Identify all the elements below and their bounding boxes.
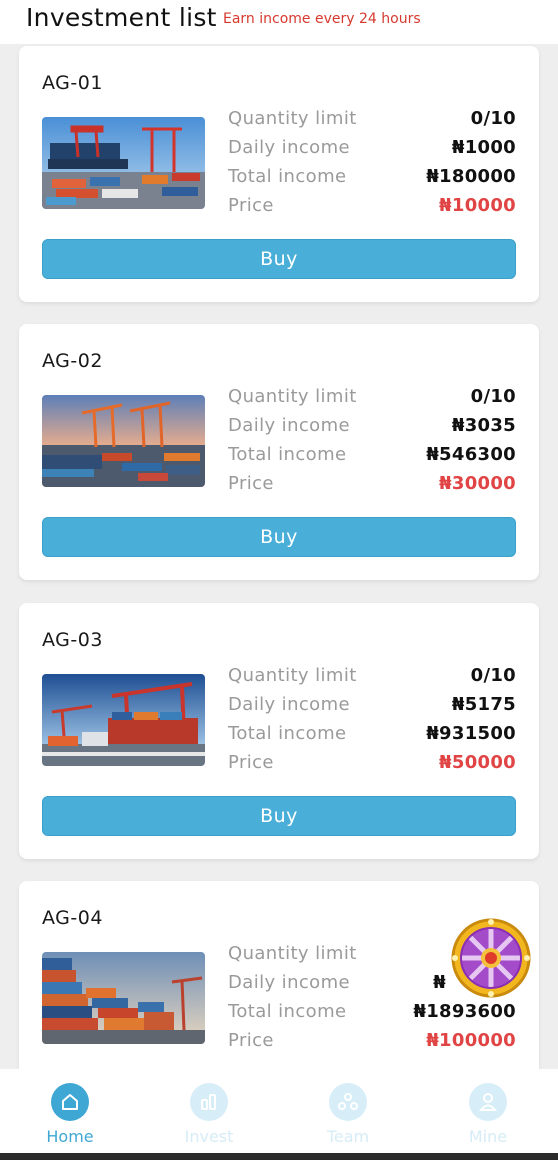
quantity-limit-row: Quantity limit 0/10 (228, 386, 516, 410)
daily-income-value: ₦3035 (451, 415, 516, 436)
daily-income-row: Daily income ₦5175 (228, 694, 516, 718)
product-name: AG-04 (42, 907, 103, 929)
price-row: Price ₦50000 (228, 752, 516, 776)
daily-income-label: Daily income (228, 415, 350, 436)
page-subtitle: Earn income every 24 hours (223, 11, 421, 27)
quantity-limit-row: Quantity limit 0/10 (228, 665, 516, 689)
page-title: Investment list (26, 3, 217, 32)
buy-button[interactable]: Buy (42, 517, 516, 557)
total-income-value: ₦180000 (426, 166, 516, 187)
price-label: Price (228, 752, 274, 773)
daily-income-value: ₦1000 (451, 137, 516, 158)
total-income-label: Total income (228, 1001, 347, 1022)
tab-label: Home (46, 1127, 94, 1146)
price-value: ₦50000 (439, 752, 516, 773)
price-value: ₦100000 (426, 1030, 516, 1051)
daily-income-label: Daily income (228, 694, 350, 715)
quantity-limit-label: Quantity limit (228, 943, 357, 964)
tab-label: Team (326, 1127, 370, 1146)
bottom-tab-bar: Home Invest Team Mine (0, 1069, 558, 1153)
price-label: Price (228, 195, 274, 216)
price-row: Price ₦30000 (228, 473, 516, 497)
quantity-limit-value: 0/10 (470, 665, 516, 686)
product-image (42, 952, 205, 1044)
header: Investment list Earn income every 24 hou… (0, 0, 558, 44)
tab-mine[interactable]: Mine (438, 1083, 538, 1146)
quantity-limit-label: Quantity limit (228, 665, 357, 686)
price-value: ₦10000 (439, 195, 516, 216)
tab-invest[interactable]: Invest (159, 1083, 259, 1146)
total-income-row: Total income ₦931500 (228, 723, 516, 747)
quantity-limit-row: Quantity limit 0/10 (228, 108, 516, 132)
tab-home[interactable]: Home (20, 1083, 120, 1146)
tab-label: Invest (184, 1127, 234, 1146)
daily-income-value: ₦ (433, 972, 446, 993)
team-icon (329, 1083, 367, 1121)
buy-button[interactable]: Buy (42, 796, 516, 836)
price-value: ₦30000 (439, 473, 516, 494)
product-card: AG-02 Quantity limit 0/10 Daily income ₦… (19, 324, 539, 580)
product-name: AG-02 (42, 350, 103, 372)
total-income-row: Total income ₦1893600 (228, 1001, 516, 1025)
product-image (42, 674, 205, 766)
buy-button[interactable]: Buy (42, 239, 516, 279)
total-income-label: Total income (228, 166, 347, 187)
price-label: Price (228, 473, 274, 494)
product-card: AG-03 Quantity limit 0/10 Daily income ₦… (19, 603, 539, 859)
total-income-value: ₦1893600 (413, 1001, 516, 1022)
total-income-label: Total income (228, 444, 347, 465)
tab-team[interactable]: Team (298, 1083, 398, 1146)
total-income-row: Total income ₦180000 (228, 166, 516, 190)
system-bar (0, 1153, 558, 1160)
invest-icon (190, 1083, 228, 1121)
home-icon (51, 1083, 89, 1121)
daily-income-row: Daily income ₦1000 (228, 137, 516, 161)
product-image (42, 395, 205, 487)
mine-icon (469, 1083, 507, 1121)
product-name: AG-01 (42, 72, 103, 94)
total-income-value: ₦931500 (426, 723, 516, 744)
tab-label: Mine (468, 1127, 508, 1146)
product-card: AG-01 Quantity limit 0/10 Daily income ₦… (19, 46, 539, 302)
total-income-label: Total income (228, 723, 347, 744)
product-name: AG-03 (42, 629, 103, 651)
total-income-row: Total income ₦546300 (228, 444, 516, 468)
quantity-limit-value: 0/10 (470, 386, 516, 407)
quantity-limit-value: 0/10 (470, 108, 516, 129)
price-row: Price ₦10000 (228, 195, 516, 219)
total-income-value: ₦546300 (426, 444, 516, 465)
daily-income-value: ₦5175 (451, 694, 516, 715)
price-label: Price (228, 1030, 274, 1051)
price-row: Price ₦100000 (228, 1030, 516, 1054)
quantity-limit-label: Quantity limit (228, 108, 357, 129)
daily-income-label: Daily income (228, 972, 350, 993)
lucky-wheel-icon[interactable] (448, 915, 534, 1001)
product-image (42, 117, 205, 209)
daily-income-label: Daily income (228, 137, 350, 158)
daily-income-row: Daily income ₦3035 (228, 415, 516, 439)
quantity-limit-label: Quantity limit (228, 386, 357, 407)
